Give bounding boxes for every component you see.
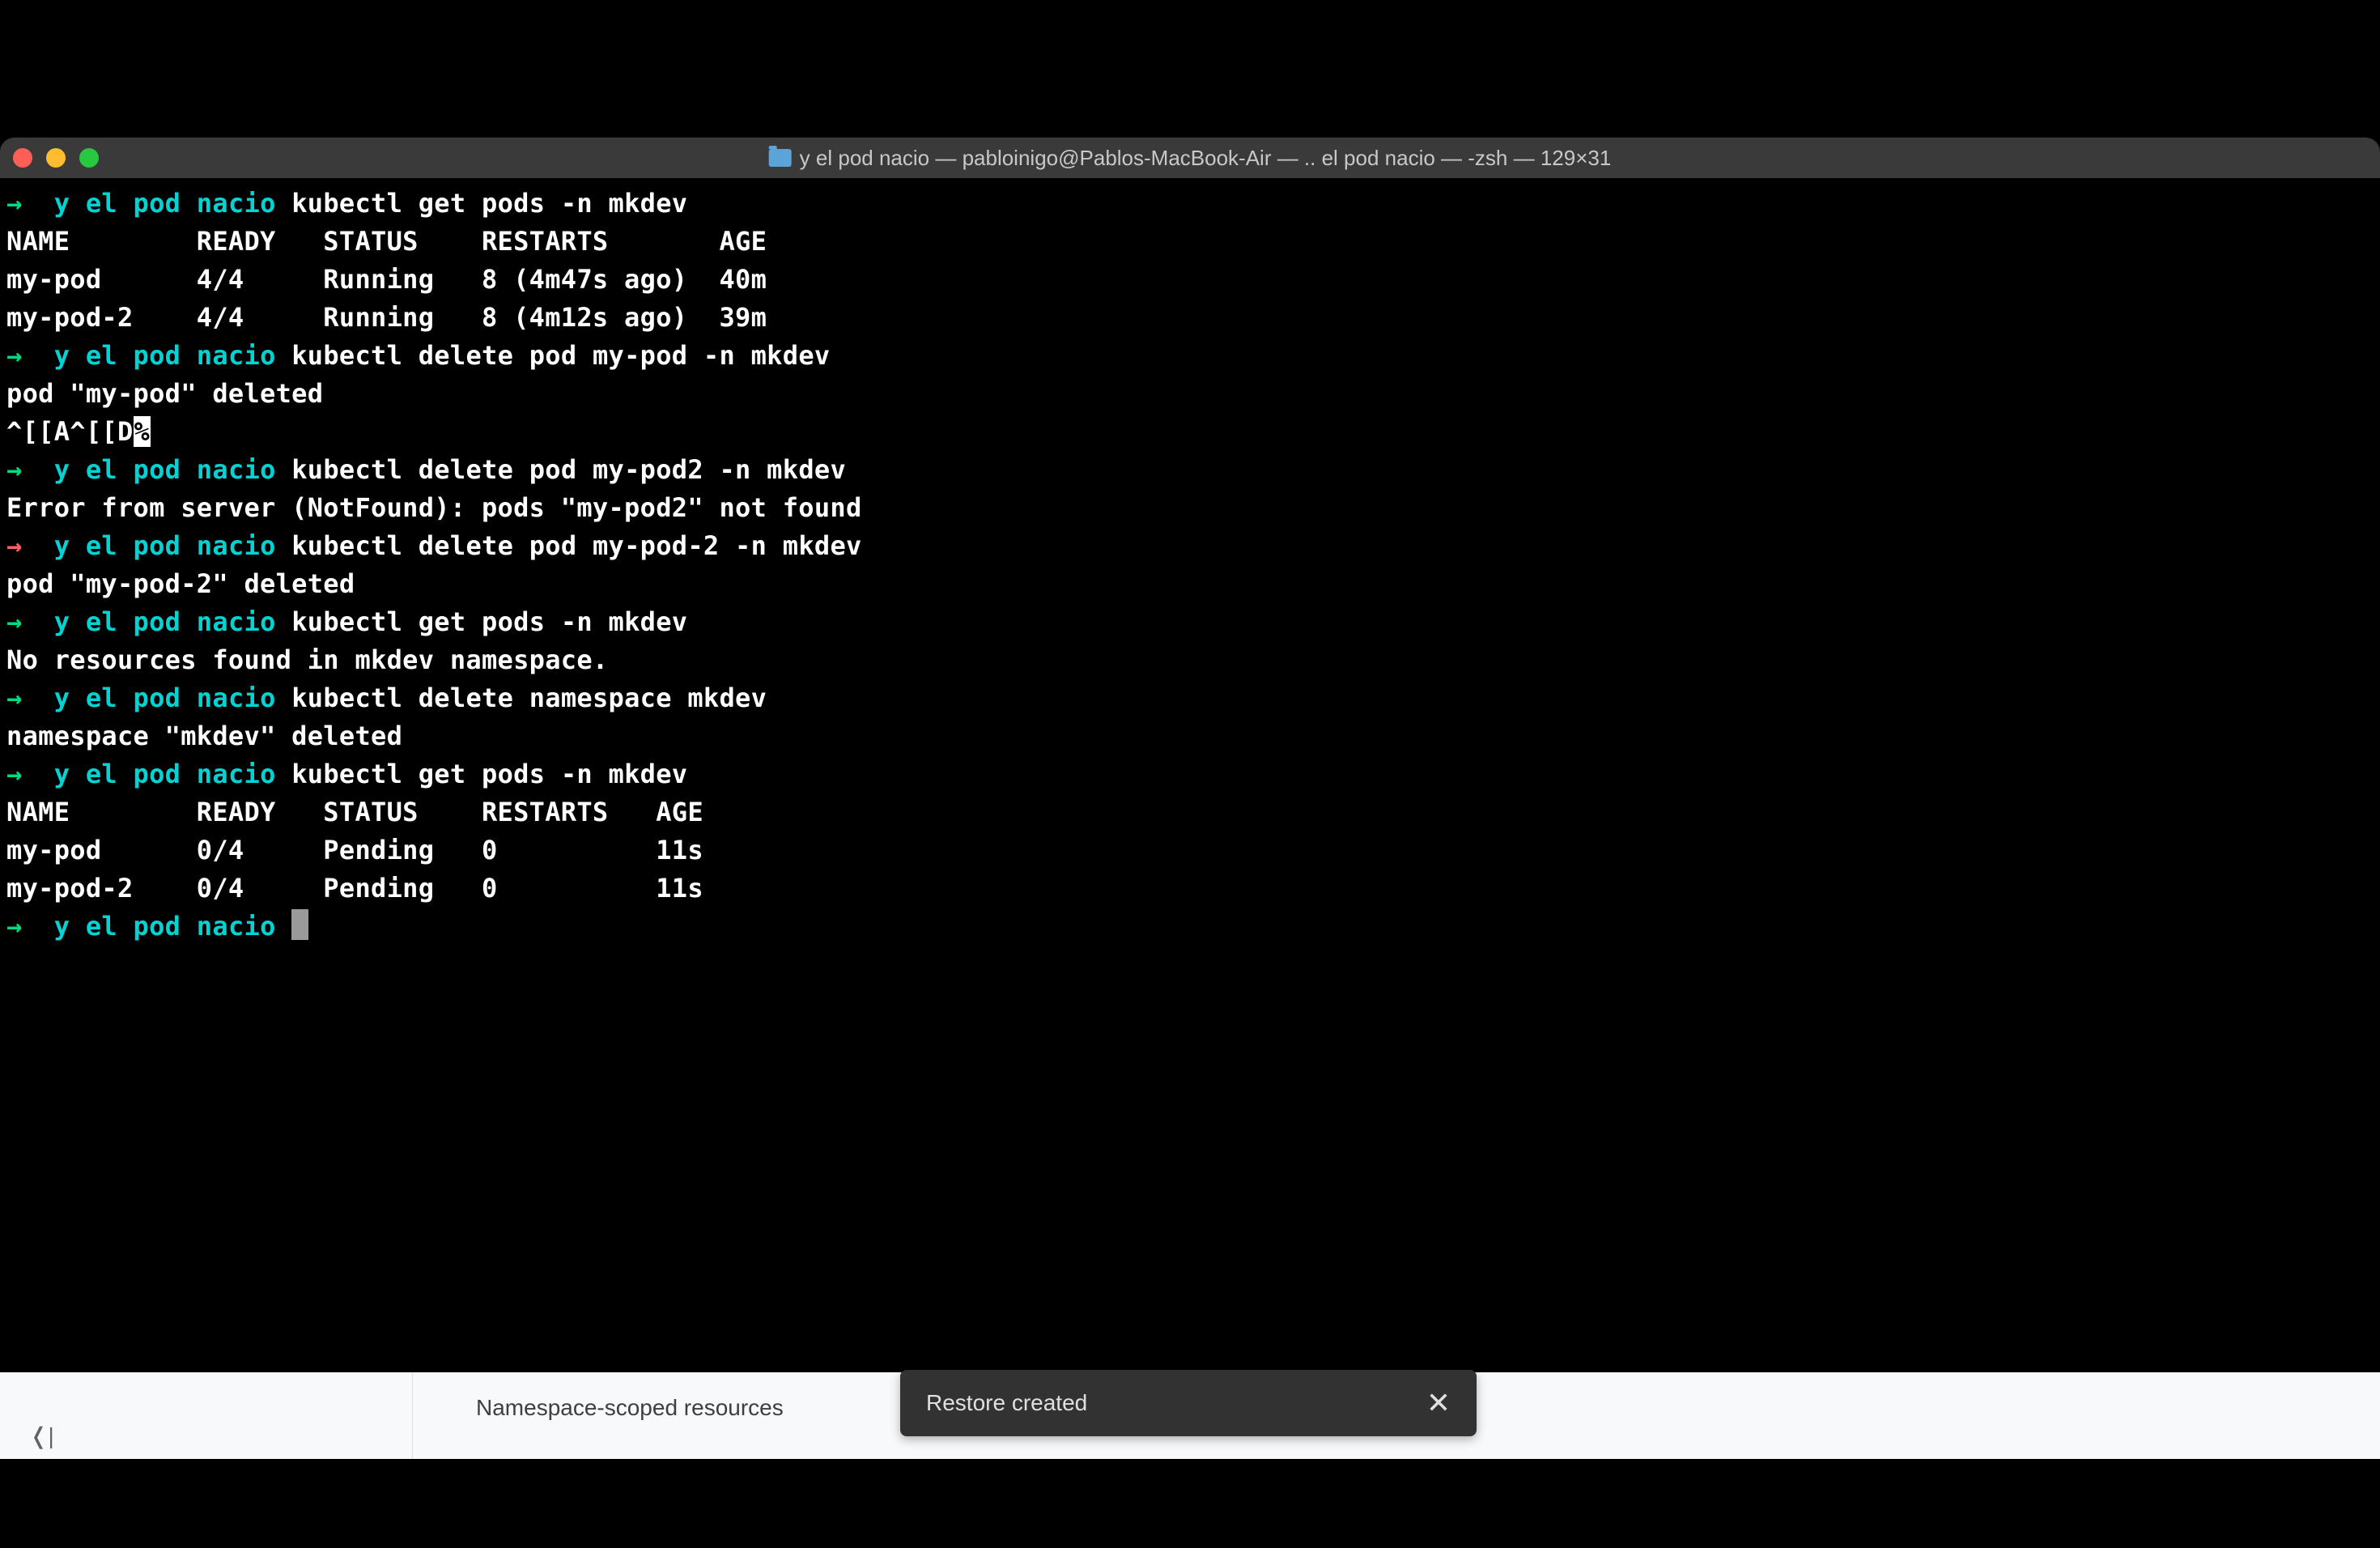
- output-line: namespace "mkdev" deleted: [6, 717, 2374, 755]
- command: kubectl delete pod my-pod -n mkdev: [291, 340, 830, 371]
- cwd: y el pod nacio: [54, 683, 276, 713]
- output-line: my-pod 0/4 Pending 0 11s: [6, 831, 2374, 870]
- toast-notification: Restore created ✕: [900, 1370, 1477, 1436]
- terminal-content[interactable]: → y el pod nacio kubectl get pods -n mkd…: [0, 178, 2380, 952]
- close-button[interactable]: [13, 148, 32, 168]
- prompt-line: → y el pod nacio kubectl delete pod my-p…: [6, 527, 2374, 565]
- letterbox-bottom: [0, 1459, 2380, 1548]
- output-line: NAME READY STATUS RESTARTS AGE: [6, 793, 2374, 831]
- arrow-icon: →: [6, 911, 23, 942]
- command: kubectl get pods -n mkdev: [291, 759, 687, 789]
- maximize-button[interactable]: [79, 148, 99, 168]
- cwd: y el pod nacio: [54, 340, 276, 371]
- cwd: y el pod nacio: [54, 530, 276, 561]
- prompt-line: → y el pod nacio: [6, 908, 2374, 946]
- command: kubectl delete pod my-pod2 -n mkdev: [291, 454, 846, 485]
- output-line: my-pod-2 0/4 Pending 0 11s: [6, 870, 2374, 908]
- terminal-window: y el pod nacio — pabloinigo@Pablos-MacBo…: [0, 138, 2380, 1372]
- command: kubectl get pods -n mkdev: [291, 606, 687, 637]
- cwd: y el pod nacio: [54, 911, 276, 942]
- arrow-icon: →: [6, 530, 23, 561]
- prompt-line: → y el pod nacio kubectl get pods -n mkd…: [6, 603, 2374, 641]
- section-label: Namespace-scoped resources: [476, 1395, 784, 1420]
- output-line: pod "my-pod" deleted: [6, 375, 2374, 413]
- output-line: NAME READY STATUS RESTARTS AGE: [6, 223, 2374, 261]
- arrow-icon: →: [6, 759, 23, 789]
- output-line: ^[[A^[[D%: [6, 413, 2374, 451]
- arrow-icon: →: [6, 683, 23, 713]
- command: kubectl get pods -n mkdev: [291, 188, 687, 219]
- prompt-line: → y el pod nacio kubectl delete namespac…: [6, 679, 2374, 717]
- toast-message: Restore created: [926, 1390, 1087, 1416]
- arrow-icon: →: [6, 340, 23, 371]
- arrow-icon: →: [6, 606, 23, 637]
- prompt-line: → y el pod nacio kubectl get pods -n mkd…: [6, 185, 2374, 223]
- inverse-char: %: [134, 416, 151, 447]
- browser-sidebar: ❬|: [0, 1372, 413, 1460]
- letterbox-top: [0, 0, 2380, 57]
- command: kubectl delete pod my-pod-2 -n mkdev: [291, 530, 861, 561]
- window-title: y el pod nacio — pabloinigo@Pablos-MacBo…: [769, 146, 1612, 171]
- command: kubectl delete namespace mkdev: [291, 683, 767, 713]
- window-title-text: y el pod nacio — pabloinigo@Pablos-MacBo…: [800, 146, 1612, 171]
- output-line: No resources found in mkdev namespace.: [6, 641, 2374, 679]
- output-line: Error from server (NotFound): pods "my-p…: [6, 489, 2374, 527]
- output-line: pod "my-pod-2" deleted: [6, 565, 2374, 603]
- prompt-line: → y el pod nacio kubectl delete pod my-p…: [6, 337, 2374, 375]
- prompt-line: → y el pod nacio kubectl delete pod my-p…: [6, 451, 2374, 489]
- output-line: my-pod 4/4 Running 8 (4m47s ago) 40m: [6, 261, 2374, 299]
- minimize-button[interactable]: [46, 148, 66, 168]
- title-bar[interactable]: y el pod nacio — pabloinigo@Pablos-MacBo…: [0, 138, 2380, 178]
- prompt-line: → y el pod nacio kubectl get pods -n mkd…: [6, 755, 2374, 793]
- cwd: y el pod nacio: [54, 188, 276, 219]
- cursor: [291, 909, 308, 940]
- cwd: y el pod nacio: [54, 606, 276, 637]
- output-line: my-pod-2 4/4 Running 8 (4m12s ago) 39m: [6, 299, 2374, 337]
- escape-seq: ^[[A^[[D: [6, 416, 134, 447]
- cwd: y el pod nacio: [54, 454, 276, 485]
- arrow-icon: →: [6, 188, 23, 219]
- arrow-icon: →: [6, 454, 23, 485]
- folder-icon: [769, 149, 792, 167]
- close-icon[interactable]: ✕: [1426, 1389, 1451, 1418]
- collapse-icon[interactable]: ❬|: [29, 1423, 54, 1449]
- cwd: y el pod nacio: [54, 759, 276, 789]
- traffic-lights: [13, 148, 99, 168]
